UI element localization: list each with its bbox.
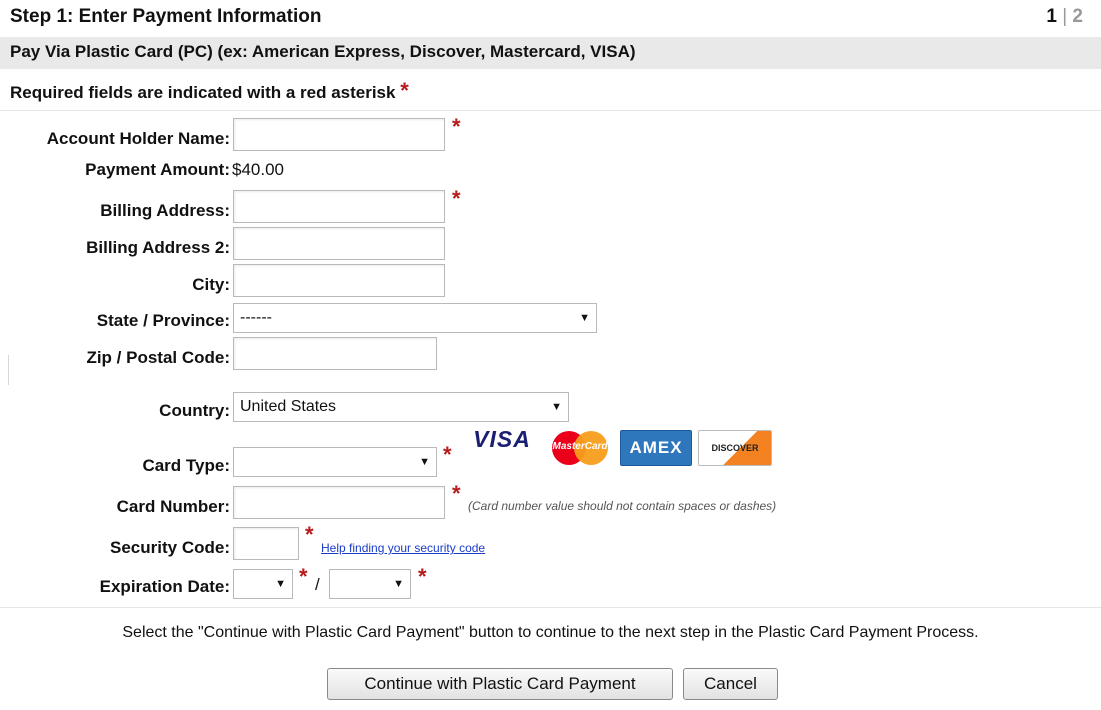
discover-logo: DISCOVER: [698, 430, 772, 466]
chevron-down-icon: ▼: [393, 578, 404, 590]
city-input[interactable]: [233, 264, 445, 297]
payment-amount-value: $40.00: [232, 160, 284, 179]
zip-input[interactable]: [233, 337, 437, 370]
billing-address-label: Billing Address:: [100, 201, 230, 220]
instructions-text: Select the "Continue with Plastic Card P…: [122, 624, 979, 641]
step-indicator: 1 | 2: [1046, 6, 1083, 28]
expiration-date-label: Expiration Date:: [99, 577, 230, 596]
expiration-year-select[interactable]: ▼: [329, 569, 411, 599]
card-number-note: (Card number value should not contain sp…: [468, 499, 777, 513]
amex-logo-text: AMEX: [629, 438, 683, 457]
country-label: Country:: [159, 401, 230, 420]
step-current: 1: [1046, 6, 1057, 27]
state-province-selected: ------: [240, 309, 272, 326]
required-note: Required fields are indicated with a red…: [10, 78, 409, 104]
billing-address-2-input[interactable]: [233, 227, 445, 260]
account-holder-name-input[interactable]: [233, 118, 445, 151]
required-asterisk: *: [299, 564, 308, 589]
state-province-label: State / Province:: [96, 311, 230, 330]
chevron-down-icon: ▼: [551, 401, 562, 413]
continue-button[interactable]: Continue with Plastic Card Payment: [327, 668, 673, 700]
country-selected: United States: [240, 398, 337, 415]
required-asterisk: *: [452, 186, 461, 211]
mastercard-logo-text: MasterCard: [552, 441, 608, 452]
security-code-input[interactable]: [233, 527, 299, 560]
city-label: City:: [192, 275, 230, 294]
chevron-down-icon: ▼: [275, 578, 286, 590]
required-asterisk: *: [400, 78, 409, 103]
page-title: Step 1: Enter Payment Information: [10, 6, 322, 27]
step-next: 2: [1072, 6, 1083, 27]
visa-logo: VISA: [466, 426, 538, 452]
divider: [8, 355, 9, 385]
billing-address-input[interactable]: [233, 190, 445, 223]
required-asterisk: *: [452, 481, 461, 506]
required-note-text: Required fields are indicated with a red…: [10, 83, 396, 102]
divider: [0, 607, 1101, 608]
card-type-label: Card Type:: [142, 456, 230, 475]
required-asterisk: *: [305, 522, 314, 547]
expiration-month-select[interactable]: ▼: [233, 569, 293, 599]
step-separator: |: [1062, 6, 1068, 27]
security-code-label: Security Code:: [110, 538, 230, 557]
amex-logo: AMEX: [620, 430, 692, 466]
cancel-button[interactable]: Cancel: [683, 668, 778, 700]
expiration-separator: /: [315, 575, 320, 594]
required-asterisk: *: [452, 114, 461, 139]
required-asterisk: *: [443, 442, 452, 467]
section-title: Pay Via Plastic Card (PC) (ex: American …: [10, 42, 636, 61]
security-code-help-link[interactable]: Help finding your security code: [321, 541, 485, 555]
mastercard-logo: MasterCard: [545, 430, 615, 466]
billing-address-2-label: Billing Address 2:: [86, 238, 230, 257]
required-asterisk: *: [418, 564, 427, 589]
payment-amount-label: Payment Amount:: [85, 160, 230, 179]
account-holder-name-label: Account Holder Name:: [46, 129, 230, 148]
chevron-down-icon: ▼: [419, 456, 430, 468]
card-type-select[interactable]: ▼: [233, 447, 437, 477]
country-select[interactable]: United States ▼: [233, 392, 569, 422]
divider: [0, 110, 1101, 111]
state-province-select[interactable]: ------ ▼: [233, 303, 597, 333]
visa-logo-text: VISA: [473, 425, 531, 452]
zip-label: Zip / Postal Code:: [86, 348, 230, 367]
chevron-down-icon: ▼: [579, 312, 590, 324]
card-number-label: Card Number:: [116, 497, 230, 516]
discover-logo-text: DISCOVER: [711, 443, 759, 453]
card-number-input[interactable]: [233, 486, 445, 519]
